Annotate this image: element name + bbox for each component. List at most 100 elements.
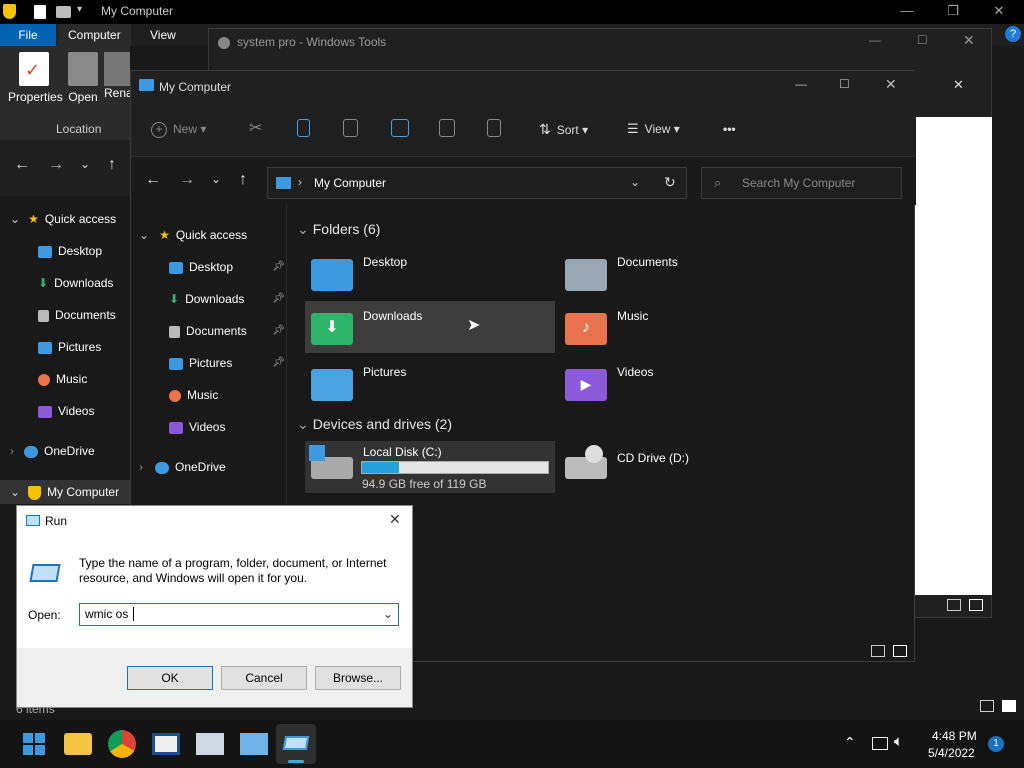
sidebar-item-music[interactable]: Music [38, 367, 87, 391]
rename-button[interactable]: Rena [104, 52, 130, 100]
close-button[interactable]: ✕ [885, 76, 897, 93]
control-panel-icon[interactable] [240, 733, 268, 755]
nav-item-pictures[interactable]: Pictures 📌︎ [169, 351, 285, 375]
nav-item-music[interactable]: Music [169, 383, 218, 407]
delete-icon[interactable] [487, 119, 501, 137]
details-view-icon[interactable] [947, 599, 961, 611]
chevron-down-icon[interactable]: ⌄ [80, 157, 90, 171]
view-button[interactable]: ☰ View ▾ [627, 117, 680, 141]
sidebar-item-downloads[interactable]: ⬇ Downloads [38, 271, 113, 295]
up-arrow-icon[interactable]: ↑ [108, 156, 116, 174]
pin-icon[interactable]: 📌︎ [272, 287, 285, 311]
folder-desktop[interactable]: Desktop [305, 247, 555, 299]
drives-group-header[interactable]: ⌄ Devices and drives (2) [297, 416, 452, 433]
folders-group-header[interactable]: ⌄ Folders (6) [297, 221, 380, 238]
sidebar-item-onedrive[interactable]: › OneDrive [10, 439, 95, 463]
tiles-view-icon[interactable] [1002, 700, 1016, 712]
nav-item-desktop[interactable]: Desktop 📌︎ [169, 255, 285, 279]
maximize-button[interactable]: ❐ [930, 0, 976, 24]
more-options-button[interactable]: ••• [723, 117, 736, 141]
nav-item-quick-access[interactable]: ⌄ ★ Quick access [139, 223, 247, 247]
sidebar-item-documents[interactable]: Documents [38, 303, 116, 327]
file-explorer-icon[interactable] [64, 733, 92, 755]
rename-icon[interactable] [391, 119, 409, 137]
tab-computer[interactable]: Computer [58, 24, 131, 46]
help-icon[interactable]: ? [1005, 26, 1021, 42]
sidebar-item-videos[interactable]: Videos [38, 399, 94, 423]
pin-icon[interactable]: 📌︎ [272, 351, 285, 375]
chrome-icon[interactable] [108, 730, 136, 758]
close-button[interactable]: ✕ [389, 511, 401, 528]
sidebar-item-my-computer[interactable]: ⌄ My Computer [0, 480, 130, 504]
clock-date[interactable]: 5/4/2022 [928, 746, 975, 760]
new-button[interactable]: + New ▾ [151, 117, 206, 141]
open-button[interactable]: Open [62, 52, 104, 104]
pin-icon[interactable]: 📌︎ [272, 319, 285, 343]
copy-icon[interactable] [297, 119, 310, 137]
chevron-down-icon[interactable]: ⌄ [383, 607, 393, 621]
chevron-down-icon[interactable]: ▾ [77, 4, 82, 15]
nav-item-downloads[interactable]: ⬇ Downloads 📌︎ [169, 287, 285, 311]
folder-pictures[interactable]: Pictures [305, 357, 555, 409]
up-arrow-icon[interactable]: ↑ [239, 171, 247, 189]
close-button[interactable]: ✕ [976, 0, 1022, 24]
open-input-text[interactable]: wmic os [85, 607, 132, 621]
nav-item-onedrive[interactable]: › OneDrive [139, 455, 226, 479]
volume-icon[interactable]: 🔈︎ [894, 733, 903, 750]
folder-music[interactable]: ♪ Music [559, 301, 809, 353]
tiles-view-icon[interactable] [893, 645, 907, 657]
maximize-button[interactable]: ☐ [917, 33, 928, 47]
sort-button[interactable]: ⇅ Sort ▾ [539, 117, 588, 141]
properties-quick-icon[interactable] [34, 5, 46, 19]
folder-quick-icon[interactable] [56, 6, 71, 18]
close-tab-icon[interactable]: ✕ [953, 77, 964, 93]
minimize-button[interactable]: — [795, 77, 807, 91]
chevron-up-icon[interactable]: ⌃ [844, 734, 856, 751]
maximize-button[interactable]: ☐ [839, 77, 850, 91]
ok-button[interactable]: OK [127, 666, 213, 690]
open-combobox[interactable]: wmic os ⌄ [79, 603, 399, 626]
tab-view[interactable]: View [140, 24, 186, 46]
minimize-button[interactable]: — [884, 0, 930, 24]
browse-button[interactable]: Browse... [315, 666, 401, 690]
address-bar[interactable]: › My Computer ⌄ ↻ [267, 167, 687, 199]
refresh-icon[interactable]: ↻ [664, 174, 676, 191]
minimize-button[interactable]: — [869, 33, 881, 47]
search-input[interactable]: ⌕ Search My Computer [701, 167, 902, 199]
details-view-icon[interactable] [980, 700, 994, 712]
sidebar-item-quick-access[interactable]: ⌄ ★ Quick access [10, 207, 116, 231]
paste-icon[interactable] [343, 119, 358, 137]
notification-badge[interactable]: 1 [988, 736, 1004, 752]
cut-icon[interactable]: ✂ [249, 117, 262, 141]
resource-monitor-icon[interactable] [196, 733, 224, 755]
chevron-down-icon[interactable]: ⌄ [630, 175, 640, 189]
drive-c[interactable]: Local Disk (C:) 94.9 GB free of 119 GB [305, 441, 555, 493]
task-window-icon[interactable] [152, 733, 180, 755]
sidebar-item-desktop[interactable]: Desktop [38, 239, 102, 263]
start-button[interactable] [20, 730, 48, 758]
share-icon[interactable] [439, 119, 455, 137]
run-taskbar-button[interactable] [276, 724, 316, 764]
pin-icon[interactable]: 📌︎ [272, 255, 285, 279]
clock-time[interactable]: 4:48 PM [932, 729, 977, 743]
tiles-view-icon[interactable] [969, 599, 983, 611]
nav-item-videos[interactable]: Videos [169, 415, 225, 439]
close-button[interactable]: ✕ [963, 32, 975, 49]
tab-file[interactable]: File [0, 24, 56, 46]
properties-button[interactable]: ✓ Properties [8, 52, 63, 104]
chevron-right-icon: › [10, 444, 14, 458]
back-arrow-icon[interactable]: ← [145, 171, 161, 189]
folder-videos[interactable]: ▶ Videos [559, 357, 809, 409]
drive-d[interactable]: CD Drive (D:) [559, 441, 809, 493]
details-view-icon[interactable] [871, 645, 885, 657]
folder-downloads[interactable]: ⬇ Downloads ➤ [305, 301, 555, 353]
nav-item-documents[interactable]: Documents 📌︎ [169, 319, 285, 343]
cancel-button[interactable]: Cancel [221, 666, 307, 690]
back-arrow-icon[interactable]: ← [14, 156, 30, 174]
sidebar-item-pictures[interactable]: Pictures [38, 335, 101, 359]
forward-arrow-icon[interactable]: → [48, 156, 64, 174]
folder-documents[interactable]: Documents [559, 247, 809, 299]
network-icon[interactable] [872, 737, 888, 750]
chevron-down-icon[interactable]: ⌄ [211, 172, 221, 186]
forward-arrow-icon[interactable]: → [179, 171, 195, 189]
